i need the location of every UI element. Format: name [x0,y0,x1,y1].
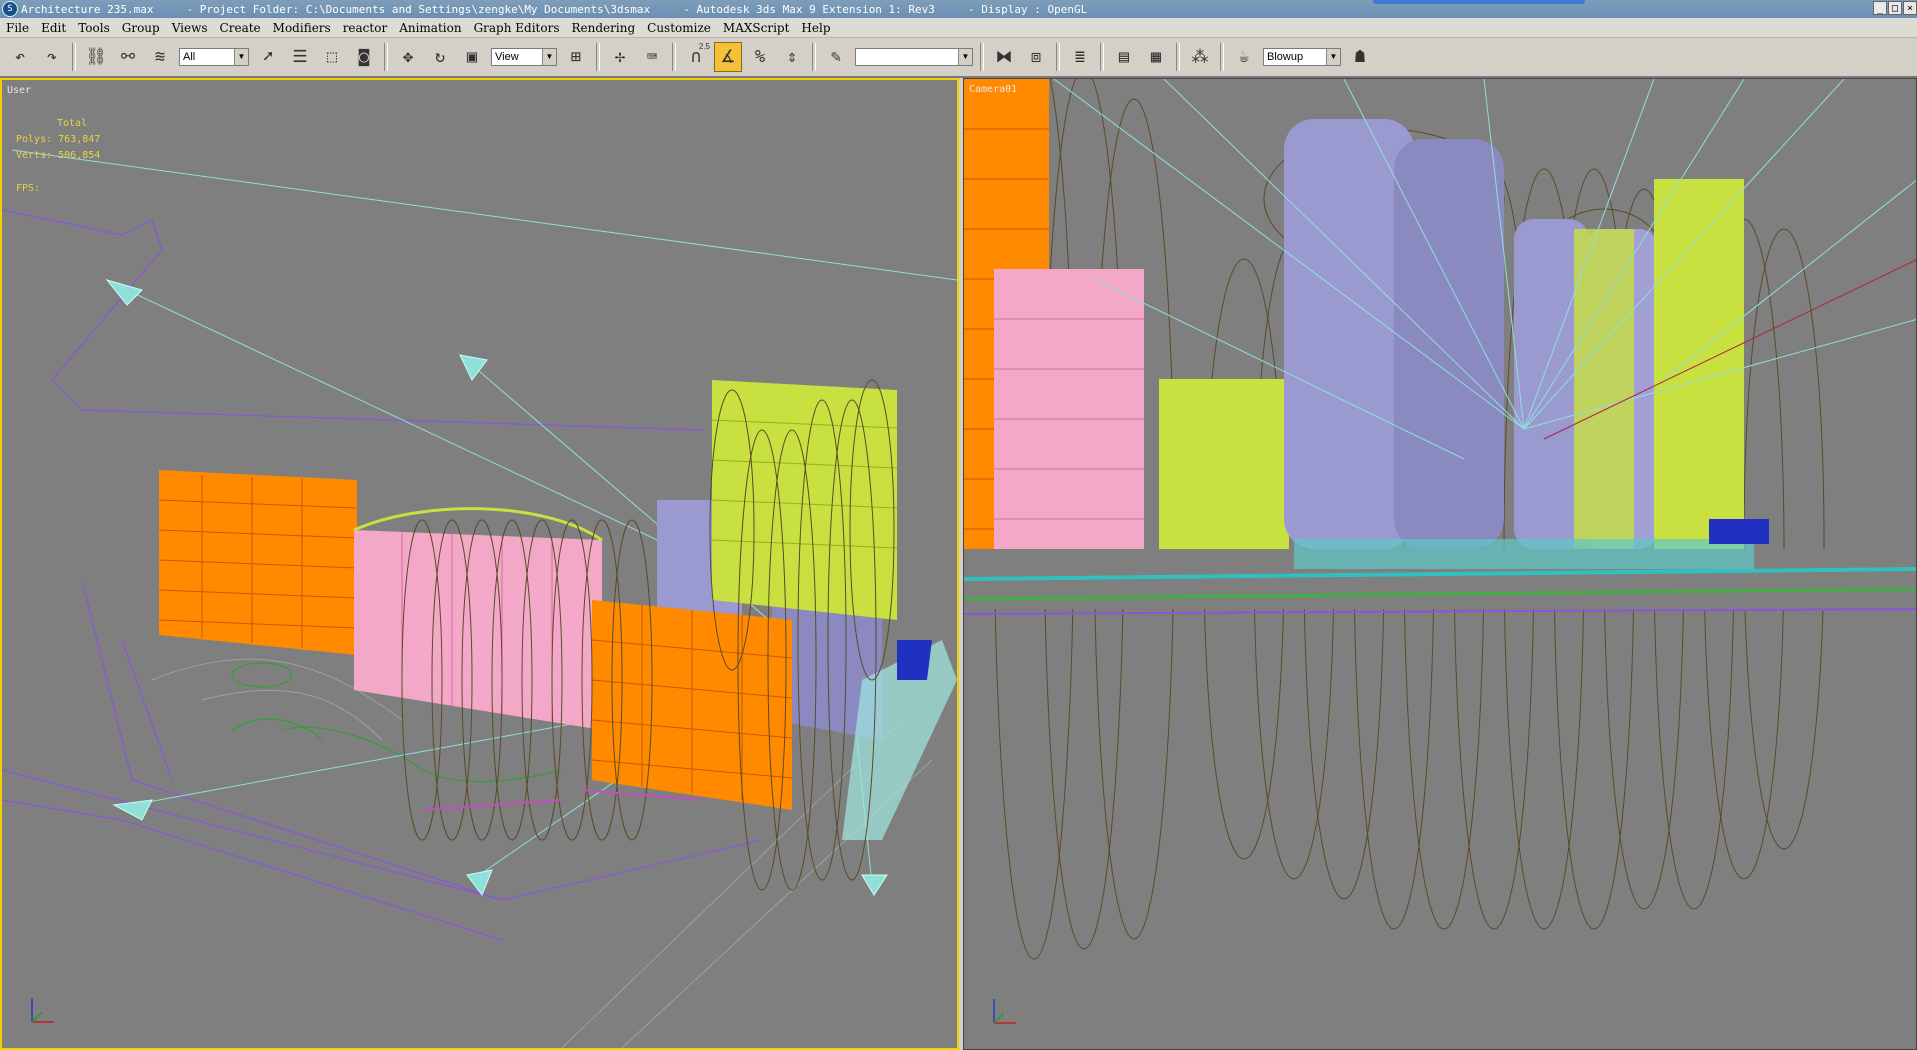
reference-coord-value: View [495,51,519,63]
toolbar-separator [72,43,76,71]
redo-icon[interactable]: ↷ [38,42,66,72]
render-type-dropdown[interactable]: Blowup ▼ [1263,48,1341,66]
selection-filter-value: All [183,51,196,63]
app-icon[interactable]: S [2,1,18,17]
rect-selection-icon[interactable]: ⬚ [318,42,346,72]
menu-group[interactable]: Group [116,21,166,35]
building-lavender-center [1284,119,1504,549]
minimize-button[interactable]: _ [1873,1,1887,15]
title-bar: S Architecture 235.max - Project Folder:… [0,0,1917,18]
select-by-name-icon[interactable]: ☰ [286,42,314,72]
manipulate-icon[interactable]: ✢ [606,42,634,72]
window-title: Architecture 235.max - Project Folder: C… [21,2,1088,16]
undo-icon[interactable]: ↶ [6,42,34,72]
menu-graph-editors[interactable]: Graph Editors [468,21,566,35]
axis-tripod-icon [31,998,54,1023]
menu-file[interactable]: File [0,21,35,35]
main-toolbar: ↶ ↷ ⛓ ⚯ ≋ All ▼ ➚ ☰ ⬚ ◙ ✥ ↻ ▣ View ▼ ⊞ ✢… [0,38,1917,78]
angle-snap-icon[interactable]: ∡ [714,42,742,72]
named-selection-dropdown[interactable]: ▼ [855,48,973,66]
bushes [421,789,703,811]
menu-views[interactable]: Views [166,21,214,35]
menu-modifiers[interactable]: Modifiers [267,21,337,35]
mirror-icon[interactable]: ⧓ [990,42,1018,72]
toolbar-separator [812,43,816,71]
curve-editor-icon[interactable]: ▤ [1110,42,1138,72]
select-object-icon[interactable]: ➚ [254,42,282,72]
stats-verts: Verts: 506,854 [16,150,101,161]
user-viewport-scene [2,149,957,1048]
material-editor-icon[interactable]: ⁂ [1186,42,1214,72]
chevron-down-icon: ▼ [234,49,248,65]
chevron-down-icon: ▼ [958,49,972,65]
window-controls: _ □ × [1873,1,1917,15]
stats-overlay: Total Polys: 763,847 Verts: 506,854 FPS: [16,116,100,197]
building-pink [994,269,1144,579]
menu-create[interactable]: Create [214,21,267,35]
camera-viewport-scene [964,79,1916,960]
align-icon[interactable]: ⧈ [1022,42,1050,72]
layer-manager-icon[interactable]: ≣ [1066,42,1094,72]
menu-rendering[interactable]: Rendering [566,21,642,35]
viewport-label[interactable]: Camera01 [969,84,1017,95]
viewport-label[interactable]: User [7,85,31,96]
toolbar-separator [596,43,600,71]
menu-help[interactable]: Help [795,21,836,35]
percent-snap-icon[interactable]: % [746,42,774,72]
select-link-icon[interactable]: ⛓ [82,42,110,72]
toolbar-separator [1220,43,1224,71]
stats-polys: Polys: 763,847 [16,134,101,145]
chevron-down-icon: ▼ [1326,49,1340,65]
edit-named-sel-icon[interactable]: ✎ [822,42,850,72]
window-crossing-icon[interactable]: ◙ [350,42,378,72]
menu-maxscript[interactable]: MAXScript [717,21,796,35]
toolbar-separator [980,43,984,71]
scale-icon[interactable]: ▣ [458,42,486,72]
toolbar-separator [1100,43,1104,71]
menu-edit[interactable]: Edit [35,21,72,35]
stats-total: Total [57,118,88,129]
move-icon[interactable]: ✥ [394,42,422,72]
menu-reactor[interactable]: reactor [337,21,394,35]
reference-coord-dropdown[interactable]: View ▼ [491,48,557,66]
restore-button[interactable]: □ [1888,1,1902,15]
selection-filter-dropdown[interactable]: All ▼ [179,48,249,66]
rotate-icon[interactable]: ↻ [426,42,454,72]
pivot-icon[interactable]: ⊞ [562,42,590,72]
chevron-down-icon: ▼ [542,49,556,65]
bind-space-warp-icon[interactable]: ≋ [146,42,174,72]
building-lime-right [1574,179,1744,549]
menu-animation[interactable]: Animation [393,21,467,35]
render-scene-icon[interactable]: ☕ [1230,42,1258,72]
axis-tripod-icon [993,999,1016,1024]
spinner-snap-icon[interactable]: ⇕ [778,42,806,72]
menu-bar: File Edit Tools Group Views Create Modif… [0,18,1917,38]
menu-customize[interactable]: Customize [641,21,717,35]
render-type-value: Blowup [1267,51,1304,63]
toolbar-separator [672,43,676,71]
snap-value: 2.5 [698,42,710,51]
quick-render-icon[interactable]: ☗ [1346,42,1374,72]
unlink-icon[interactable]: ⚯ [114,42,142,72]
toolbar-separator [1176,43,1180,71]
toolbar-separator [1056,43,1060,71]
building-pink [353,507,603,730]
title-highlight [1373,0,1585,4]
building-orange-left [158,470,358,655]
snap-toggle-icon[interactable]: ∩ 2.5 [682,42,710,72]
menu-tools[interactable]: Tools [72,21,116,35]
viewport-camera[interactable]: Camera01 [963,78,1917,1050]
schematic-icon[interactable]: ▦ [1142,42,1170,72]
keyboard-shortcut-icon[interactable]: ⌨ [638,42,666,72]
viewport-user[interactable]: User Total Polys: 763,847 Verts: 506,854… [0,78,959,1050]
stats-fps: FPS: [16,183,41,194]
toolbar-separator [384,43,388,71]
close-button[interactable]: × [1903,1,1917,15]
